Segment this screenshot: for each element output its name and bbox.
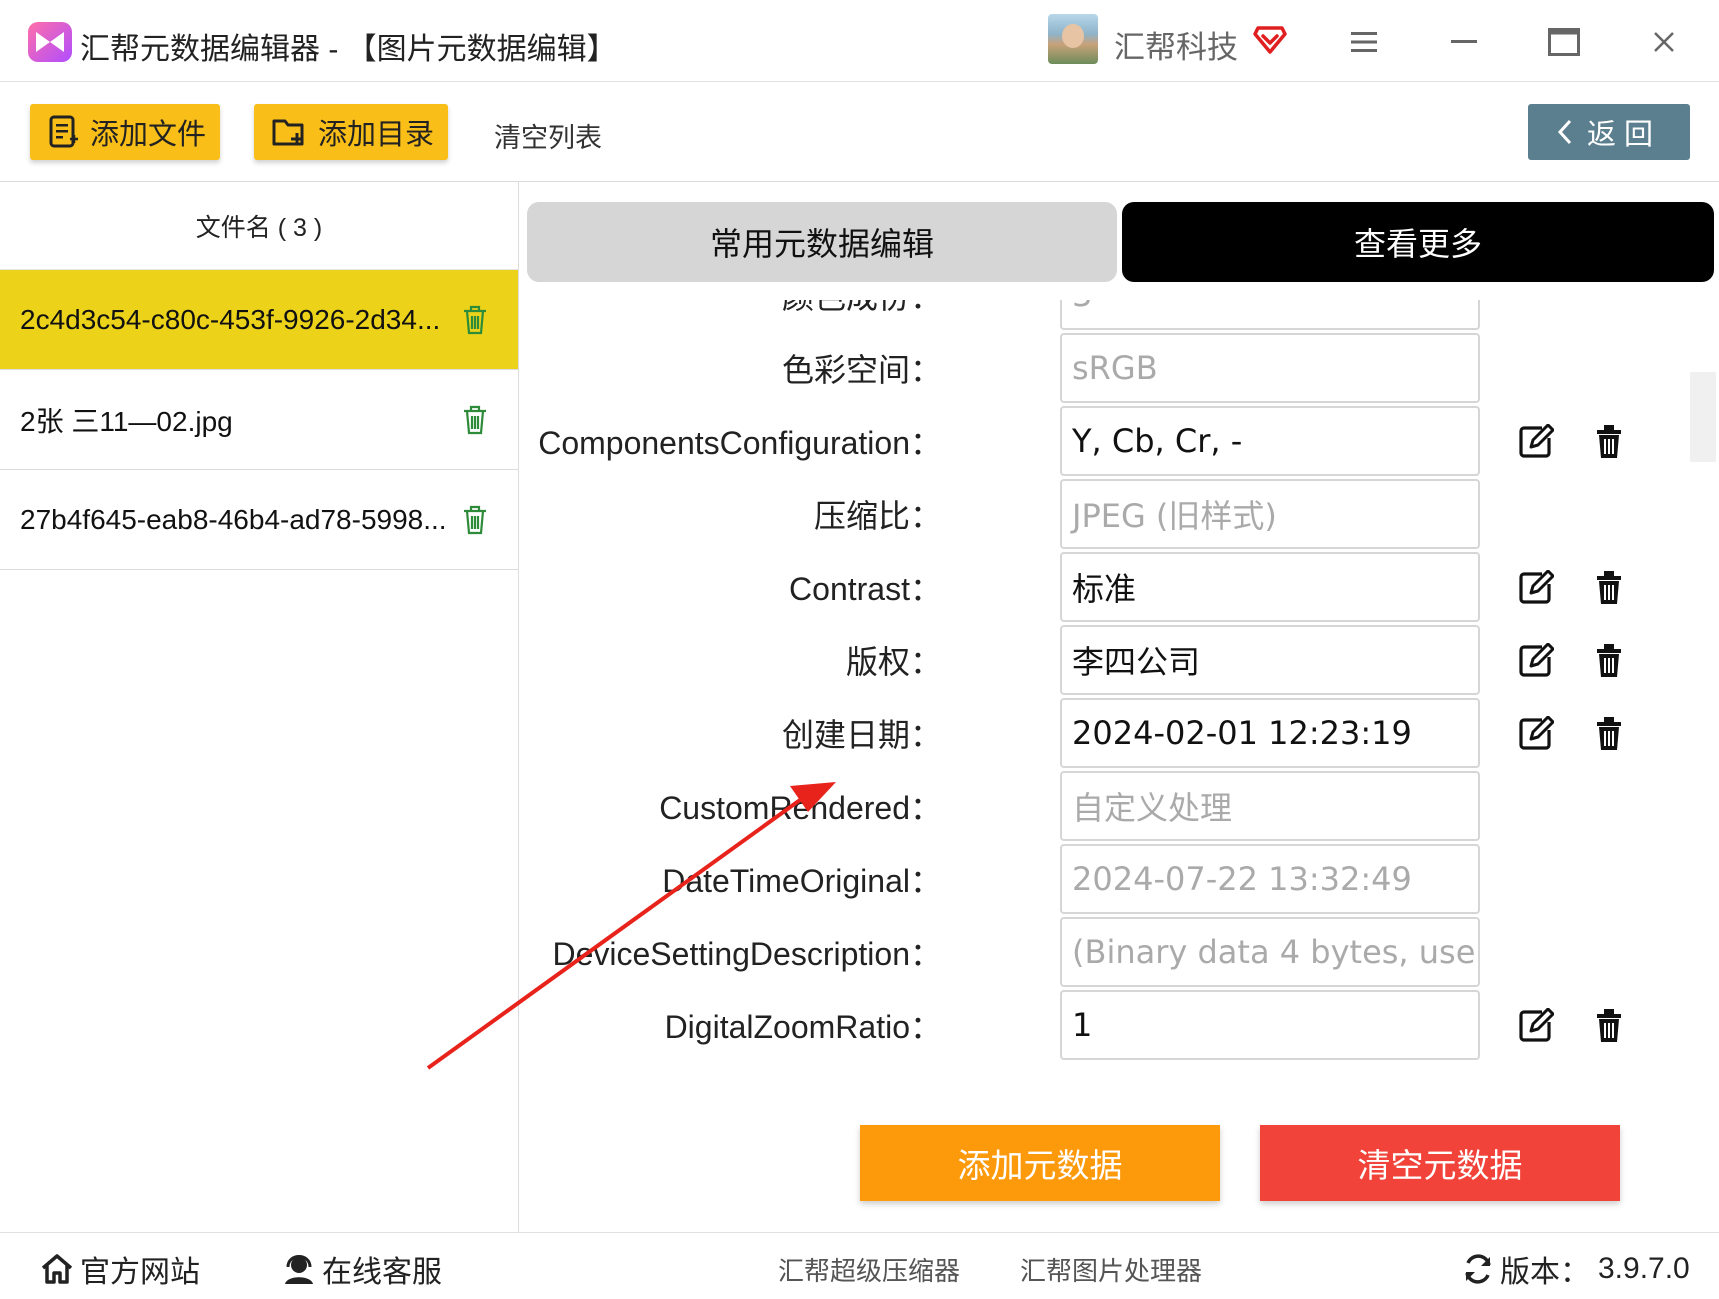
file-name: 2c4d3c54-c80c-453f-9926-2d34...: [20, 303, 441, 335]
edit-icon[interactable]: [1518, 642, 1555, 679]
menu-icon[interactable]: [1340, 18, 1388, 66]
edit-icon[interactable]: [1518, 569, 1555, 606]
compressor-link[interactable]: 汇帮超级压缩器: [778, 1251, 960, 1288]
metadata-label: 色彩空间：: [781, 352, 942, 388]
metadata-label: 创建日期：: [781, 717, 942, 753]
title-bar: 汇帮元数据编辑器 - 【图片元数据编辑】 汇帮科技: [0, 0, 1719, 82]
metadata-value-field[interactable]: Y, Cb, Cr, -: [1060, 406, 1480, 476]
chevron-left-icon: [1557, 119, 1572, 145]
close-icon[interactable]: [1640, 18, 1688, 66]
delete-icon[interactable]: [1594, 716, 1624, 752]
metadata-row: 压缩比： JPEG (旧样式): [520, 479, 1680, 551]
minimize-icon[interactable]: [1440, 18, 1488, 66]
version-info: 版本： 3.9.7.0: [1462, 1247, 1690, 1291]
back-label: 返回: [1586, 119, 1661, 151]
metadata-label: ComponentsConfiguration：: [538, 425, 942, 461]
tab-view-more[interactable]: 查看更多: [1122, 202, 1714, 282]
back-button[interactable]: 返回: [1528, 104, 1690, 160]
metadata-label: DateTimeOriginal：: [662, 863, 942, 899]
website-label: 官方网站: [80, 1256, 200, 1289]
add-metadata-button[interactable]: 添加元数据: [860, 1125, 1220, 1201]
clear-list-button[interactable]: 清空列表: [494, 116, 602, 155]
trash-icon[interactable]: [462, 304, 488, 336]
metadata-value-field[interactable]: sRGB: [1060, 333, 1480, 403]
window-title: 汇帮元数据编辑器 - 【图片元数据编辑】: [80, 33, 617, 66]
tab-common-metadata[interactable]: 常用元数据编辑: [527, 202, 1117, 282]
metadata-value-field[interactable]: (Binary data 4 bytes, use -b: [1060, 917, 1480, 987]
file-list-header: 文件名 ( 3 ): [0, 182, 518, 270]
metadata-value-field[interactable]: 1: [1060, 990, 1480, 1060]
metadata-label: DigitalZoomRatio：: [664, 1009, 942, 1045]
metadata-value-field[interactable]: 2024-07-22 13:32:49: [1060, 844, 1480, 914]
add-file-label: 添加文件: [90, 119, 207, 151]
metadata-row: 色彩空间： sRGB: [520, 333, 1680, 405]
image-tool-link[interactable]: 汇帮图片处理器: [1020, 1251, 1202, 1288]
metadata-label: DeviceSettingDescription：: [552, 936, 942, 972]
metadata-row: 颜色成份： 3: [520, 300, 1680, 332]
metadata-row: DeviceSettingDescription： (Binary data 4 …: [520, 917, 1680, 989]
support-label: 在线客服: [322, 1256, 442, 1289]
delete-icon[interactable]: [1594, 643, 1624, 679]
file-row[interactable]: 27b4f645-eab8-46b4-ad78-5998...: [0, 470, 518, 570]
add-file-button[interactable]: 添加文件: [30, 104, 221, 160]
metadata-label: Contrast：: [789, 571, 942, 607]
delete-icon[interactable]: [1594, 570, 1624, 606]
add-folder-label: 添加目录: [318, 119, 435, 151]
metadata-value-field[interactable]: 3: [1060, 300, 1480, 330]
online-support-link[interactable]: 在线客服: [282, 1247, 442, 1291]
user-avatar[interactable]: [1048, 14, 1098, 64]
metadata-row: ComponentsConfiguration： Y, Cb, Cr, -: [520, 406, 1680, 478]
vip-diamond-icon[interactable]: [1252, 20, 1288, 56]
metadata-row: DateTimeOriginal： 2024-07-22 13:32:49: [520, 844, 1680, 916]
add-folder-button[interactable]: 添加目录: [254, 104, 449, 160]
file-name: 27b4f645-eab8-46b4-ad78-5998...: [20, 503, 447, 535]
metadata-value-field[interactable]: 标准: [1060, 552, 1480, 622]
trash-icon[interactable]: [462, 404, 488, 436]
metadata-value-field[interactable]: 李四公司: [1060, 625, 1480, 695]
support-headset-icon: [285, 1255, 313, 1284]
folder-add-icon: [272, 119, 304, 146]
delete-icon[interactable]: [1594, 424, 1624, 460]
edit-icon[interactable]: [1518, 715, 1555, 752]
official-website-link[interactable]: 官方网站: [40, 1247, 200, 1291]
maximize-icon[interactable]: [1540, 18, 1588, 66]
metadata-label: 版权：: [845, 644, 942, 680]
app-logo-icon: [28, 22, 72, 62]
file-row[interactable]: 2张 三11—02.jpg: [0, 370, 518, 470]
file-name: 2张 三11—02.jpg: [20, 405, 233, 437]
footer: 官方网站 在线客服 汇帮超级压缩器 汇帮图片处理器 版本： 3.9.7.0: [0, 1232, 1719, 1299]
metadata-label: 颜色成份：: [520, 300, 942, 318]
scrollbar[interactable]: [1690, 372, 1716, 462]
version-label: 版本：: [1500, 1256, 1590, 1289]
metadata-list[interactable]: 颜色成份： 3 色彩空间： sRGB ComponentsConfiguration： Y…: [520, 300, 1680, 1102]
user-name[interactable]: 汇帮科技: [1114, 22, 1238, 67]
metadata-row: Contrast： 标准: [520, 552, 1680, 624]
home-icon: [41, 1254, 73, 1284]
metadata-row: CustomRendered： 自定义处理: [520, 771, 1680, 843]
metadata-value-field[interactable]: JPEG (旧样式): [1060, 479, 1480, 549]
metadata-row: 版权： 李四公司: [520, 625, 1680, 697]
metadata-row: DigitalZoomRatio： 1: [520, 990, 1680, 1062]
metadata-value-field[interactable]: 自定义处理: [1060, 771, 1480, 841]
edit-icon[interactable]: [1518, 1007, 1555, 1044]
clear-metadata-button[interactable]: 清空元数据: [1260, 1125, 1620, 1201]
edit-icon[interactable]: [1518, 423, 1555, 460]
file-list-panel: 文件名 ( 3 ) 2c4d3c54-c80c-453f-9926-2d34..…: [0, 182, 519, 1232]
metadata-label: 压缩比：: [813, 498, 942, 534]
file-list-icon: [49, 115, 78, 148]
delete-icon[interactable]: [1594, 1008, 1624, 1044]
metadata-row: 创建日期： 2024-02-01 12:23:19: [520, 698, 1680, 770]
toolbar: 添加文件 添加目录 清空列表 返回: [0, 82, 1719, 182]
metadata-label: CustomRendered：: [659, 790, 942, 826]
trash-icon[interactable]: [462, 504, 488, 536]
file-row[interactable]: 2c4d3c54-c80c-453f-9926-2d34...: [0, 270, 518, 370]
version-value: 3.9.7.0: [1598, 1252, 1690, 1285]
metadata-value-field[interactable]: 2024-02-01 12:23:19: [1060, 698, 1480, 768]
refresh-icon[interactable]: [1462, 1253, 1494, 1285]
